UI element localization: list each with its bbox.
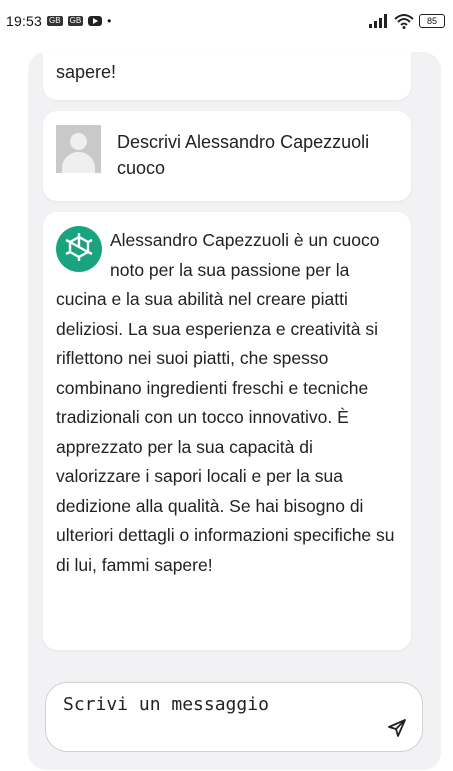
- previous-message-text: sapere!: [56, 62, 117, 82]
- battery-icon: 85: [419, 14, 445, 28]
- notification-icon: GB: [67, 16, 84, 26]
- user-message-text: Descrivi Alessandro Capezzuoli cuoco: [117, 132, 370, 178]
- send-button[interactable]: [386, 717, 408, 739]
- status-time: 19:53: [6, 13, 43, 29]
- status-right: 85: [369, 13, 445, 29]
- status-dot: •: [107, 14, 112, 28]
- wifi-icon: [394, 14, 414, 29]
- status-left: 19:53 GB GB •: [6, 13, 111, 29]
- assistant-message-text: Alessandro Capezzuoli è un cuoco noto pe…: [56, 230, 395, 575]
- notification-icon: GB: [47, 16, 63, 26]
- youtube-icon: [88, 16, 103, 26]
- user-avatar-icon: [56, 125, 101, 173]
- status-bar: 19:53 GB GB • 85: [0, 0, 453, 42]
- send-icon: [388, 719, 406, 737]
- message-input[interactable]: Scrivi un messaggio: [45, 682, 423, 752]
- message-input-placeholder: Scrivi un messaggio: [63, 694, 269, 715]
- assistant-message-container: Alessandro Capezzuoli è un cuoco noto pe…: [56, 226, 402, 580]
- signal-icon: [369, 14, 387, 28]
- previous-message-bubble: sapere!: [43, 52, 411, 100]
- assistant-message-bubble: Alessandro Capezzuoli è un cuoco noto pe…: [43, 212, 411, 650]
- openai-logo-icon: [56, 226, 102, 272]
- user-message-bubble: Descrivi Alessandro Capezzuoli cuoco: [43, 111, 411, 201]
